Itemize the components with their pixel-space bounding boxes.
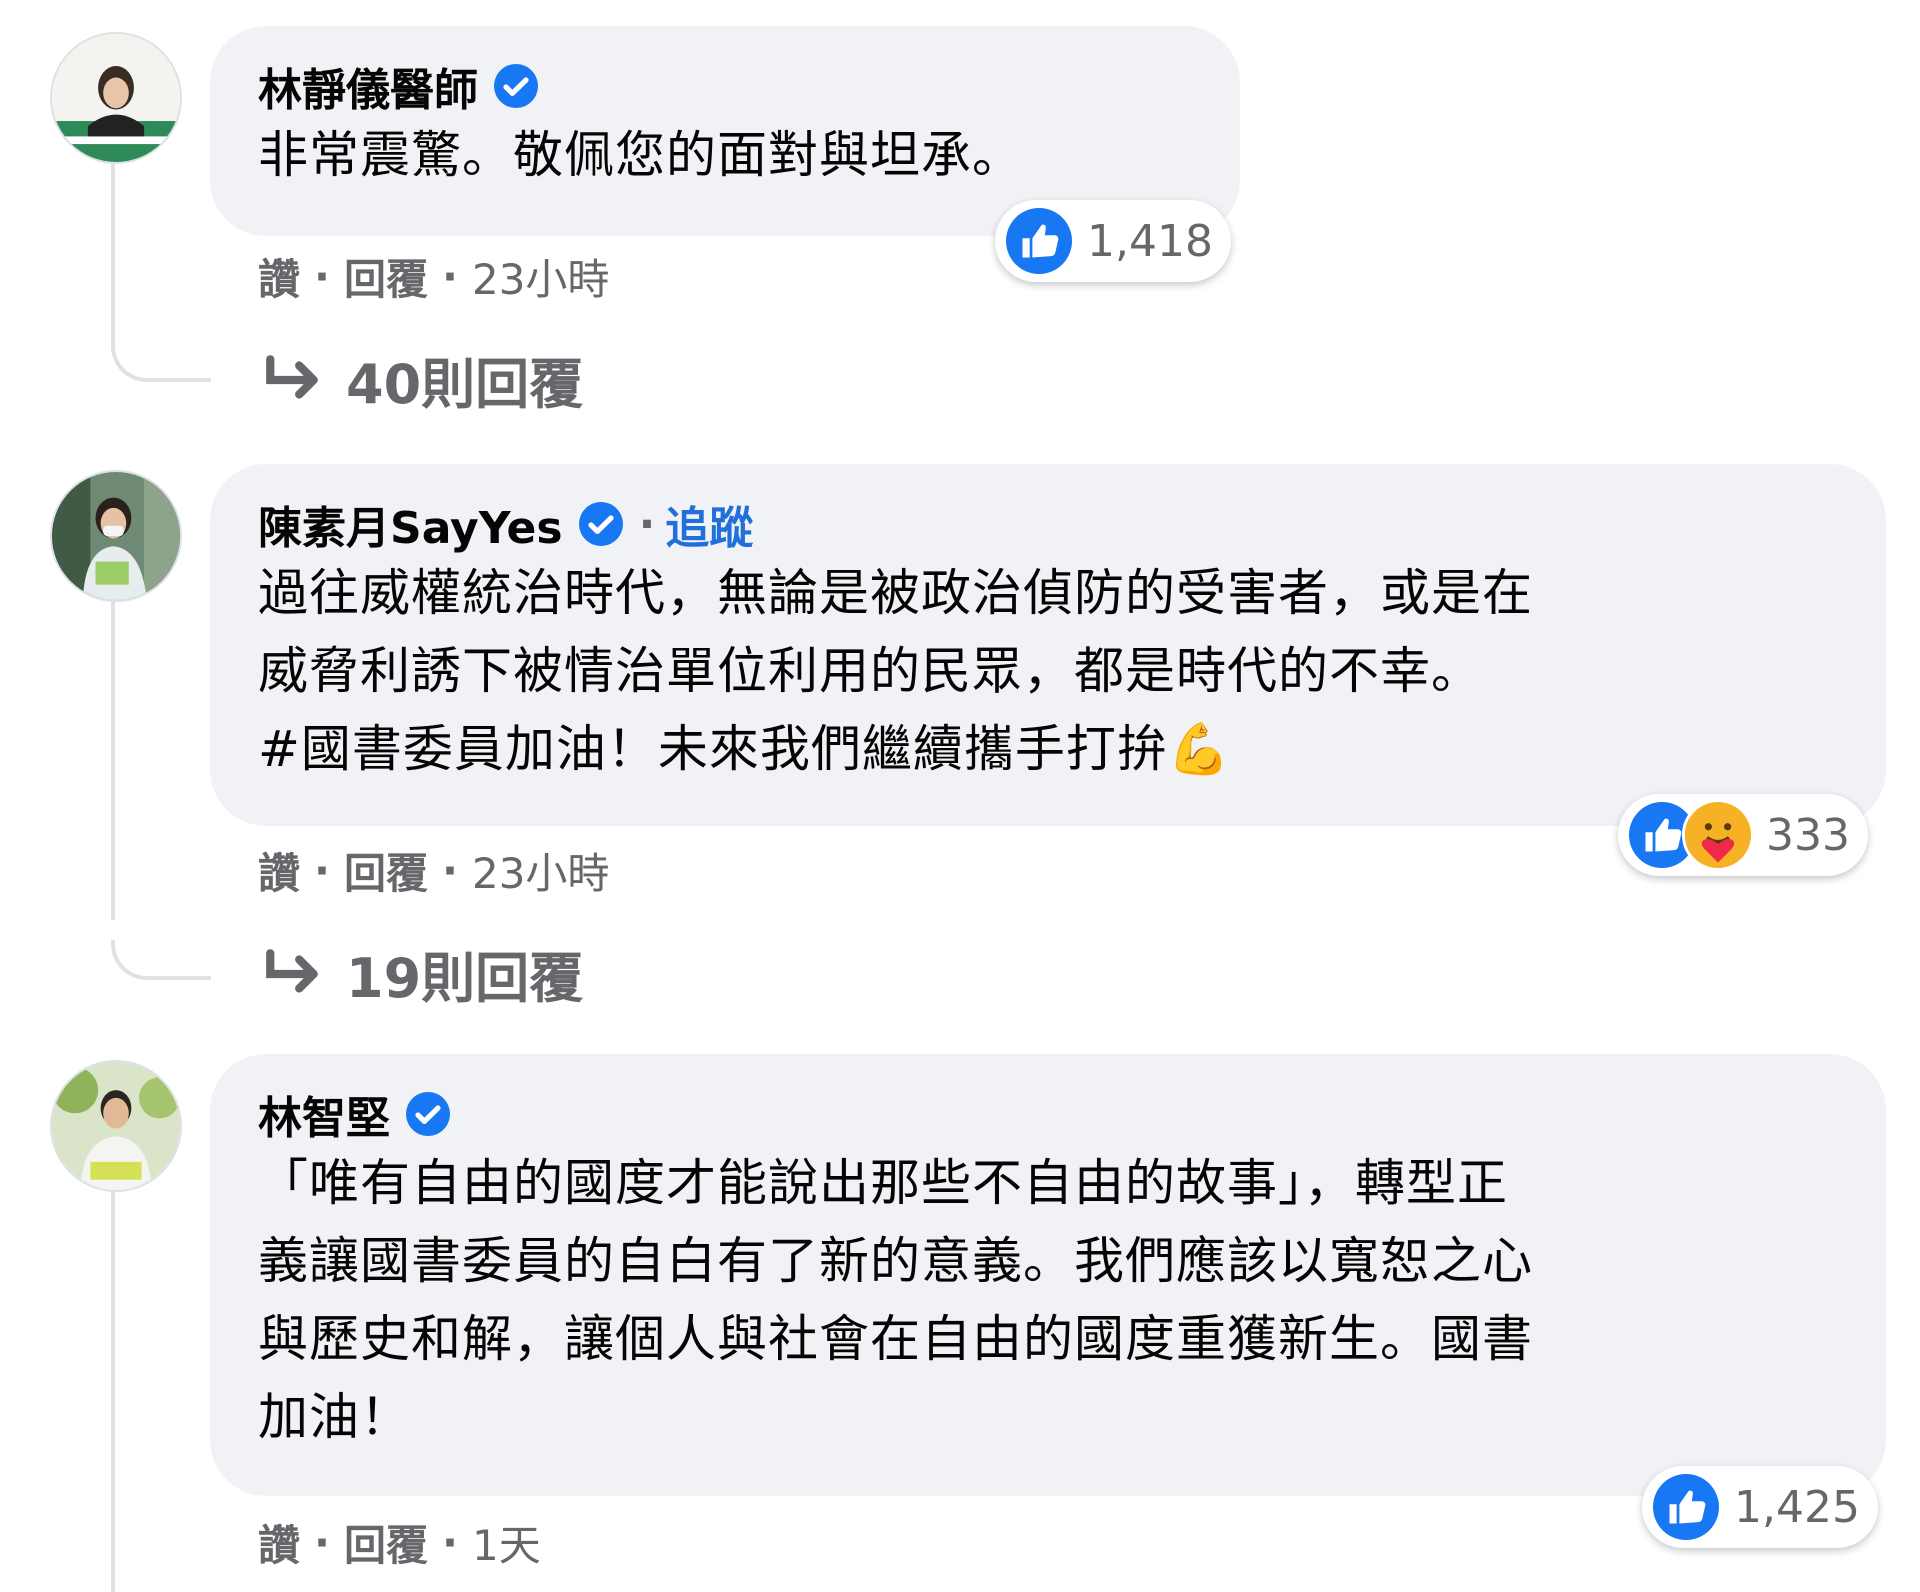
- reply-button[interactable]: 回覆: [344, 840, 428, 901]
- reply-button[interactable]: 回覆: [344, 1512, 428, 1573]
- reaction-summary[interactable]: 1,425: [1642, 1466, 1878, 1548]
- thread-line-3: [111, 1190, 115, 1592]
- comment-bubble: 林智堅 「唯有自由的國度才能說出那些不自由的故事」，轉型正 義讓國書委員的自白有…: [210, 1054, 1886, 1496]
- replies-count-label: 40則回覆: [346, 353, 584, 416]
- reaction-count: 1,425: [1734, 1481, 1860, 1533]
- thread-curve-2: [111, 940, 211, 980]
- avatar[interactable]: [50, 1060, 182, 1192]
- verified-badge-icon: [492, 62, 540, 110]
- care-icon: [1682, 799, 1754, 871]
- author-line: 林智堅: [258, 1084, 1838, 1144]
- reaction-summary[interactable]: 333: [1618, 794, 1868, 876]
- separator: ·: [442, 251, 458, 301]
- timestamp[interactable]: 1天: [472, 1512, 541, 1573]
- replies-count-label: 19則回覆: [346, 947, 584, 1010]
- avatar[interactable]: [50, 32, 182, 164]
- separator: ·: [314, 1517, 330, 1567]
- comment-text: 過往威權統治時代，無論是被政治偵防的受害者，或是在 威脅利誘下被情治單位利用的民…: [258, 564, 1533, 778]
- comment-text: 非常震驚。敬佩您的面對與坦承。: [258, 126, 1023, 184]
- comment-actions: 讚 · 回覆 · 23小時: [258, 246, 609, 306]
- view-replies-button[interactable]: 19則回覆: [262, 934, 583, 1013]
- view-replies-button[interactable]: 40則回覆: [262, 340, 583, 419]
- comment-text: 「唯有自由的國度才能說出那些不自由的故事」，轉型正 義讓國書委員的自白有了新的意…: [258, 1154, 1533, 1446]
- author-name[interactable]: 陳素月SayYes: [258, 492, 563, 556]
- author-name[interactable]: 林智堅: [258, 1082, 390, 1146]
- author-name[interactable]: 林靜儀醫師: [258, 54, 478, 118]
- separator: ·: [638, 498, 656, 550]
- verified-badge-icon: [577, 500, 625, 548]
- reaction-count: 333: [1766, 809, 1850, 861]
- thread-line-2: [111, 600, 115, 920]
- separator: ·: [314, 251, 330, 301]
- comment-actions: 讚 · 回覆 · 23小時: [258, 840, 609, 900]
- author-line: 陳素月SayYes · 追蹤: [258, 492, 1838, 556]
- like-icon: [1003, 205, 1075, 277]
- separator: ·: [314, 845, 330, 895]
- comment-actions: 讚 · 回覆 · 1天: [258, 1512, 541, 1572]
- follow-button[interactable]: 追蹤: [665, 492, 753, 556]
- timestamp[interactable]: 23小時: [472, 840, 609, 901]
- separator: ·: [442, 845, 458, 895]
- separator: ·: [442, 1517, 458, 1567]
- reaction-summary[interactable]: 1,418: [995, 200, 1231, 282]
- reply-arrow-icon: [262, 948, 324, 999]
- like-button[interactable]: 讚: [258, 1512, 300, 1573]
- thread-curve-1: [111, 342, 211, 382]
- reply-arrow-icon: [262, 354, 324, 405]
- comment-bubble: 陳素月SayYes · 追蹤 過往威權統治時代，無論是被政治偵防的受害者，或是在…: [210, 464, 1886, 826]
- author-line: 林靜儀醫師: [258, 56, 1192, 116]
- reaction-count: 1,418: [1087, 215, 1213, 267]
- thread-line-1: [111, 160, 115, 350]
- avatar[interactable]: [50, 470, 182, 602]
- like-button[interactable]: 讚: [258, 246, 300, 307]
- like-button[interactable]: 讚: [258, 840, 300, 901]
- like-icon: [1650, 1471, 1722, 1543]
- timestamp[interactable]: 23小時: [472, 246, 609, 307]
- verified-badge-icon: [404, 1090, 452, 1138]
- reply-button[interactable]: 回覆: [344, 246, 428, 307]
